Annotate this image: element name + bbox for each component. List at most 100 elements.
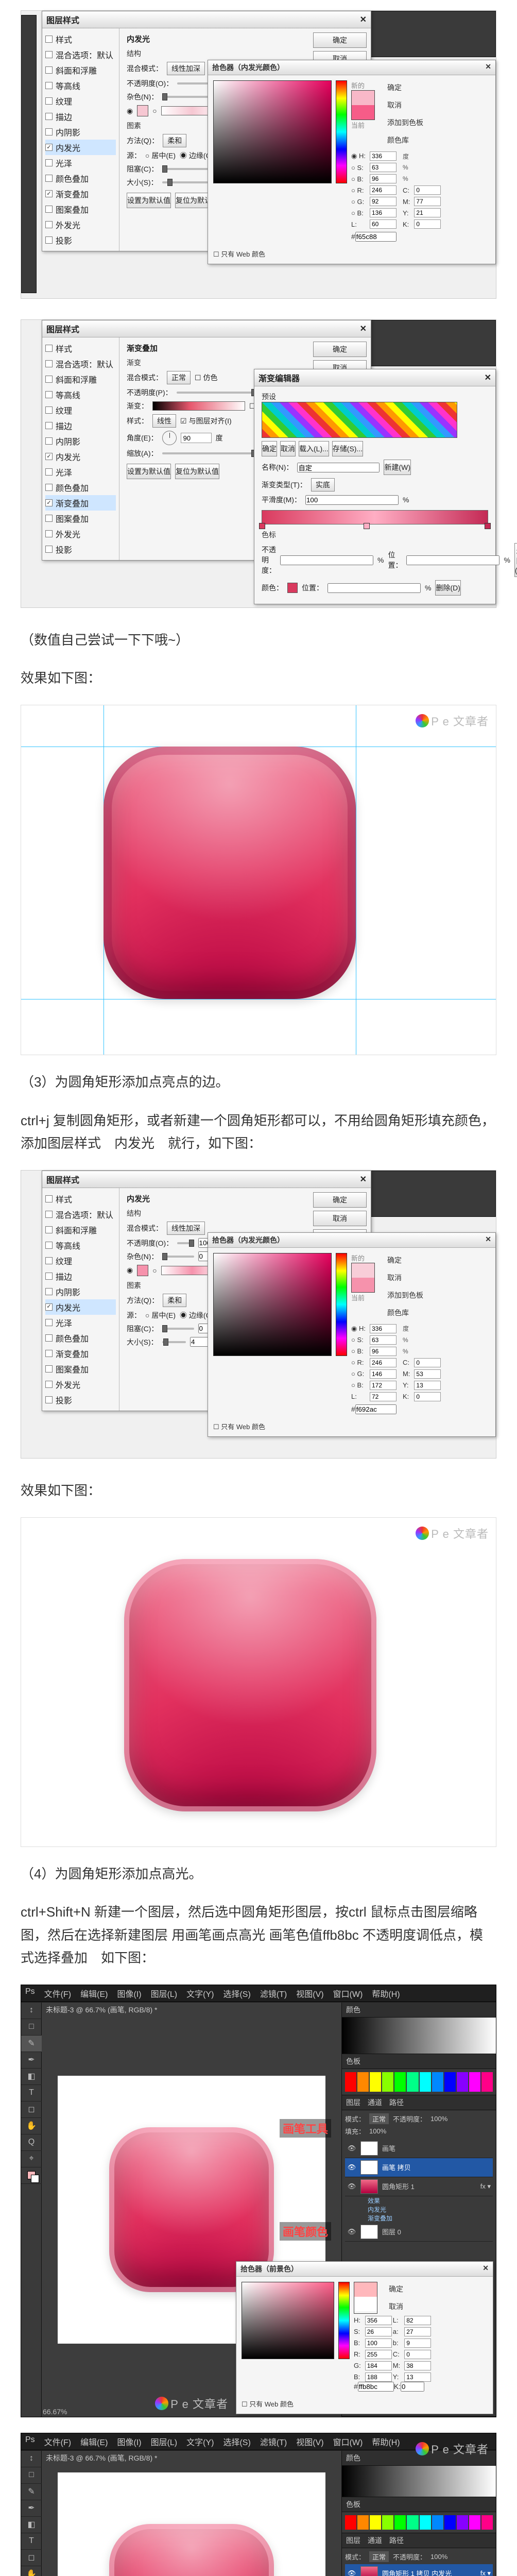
menu-item[interactable]: 滤镜(T): [260, 2435, 287, 2448]
cancel-button[interactable]: 取消: [382, 98, 428, 112]
swatches-panel-tab[interactable]: 色板: [342, 2497, 496, 2512]
paths-tab[interactable]: 路径: [389, 2535, 404, 2546]
stop-pos-input[interactable]: [406, 555, 499, 565]
close-icon[interactable]: ✕: [485, 372, 491, 383]
y-input[interactable]: [414, 208, 441, 217]
color-panel-tab[interactable]: 颜色: [342, 2003, 496, 2018]
menu-item[interactable]: 图像(I): [117, 2435, 141, 2448]
blendmode-dropdown[interactable]: 线性加深: [167, 62, 205, 75]
menu-item[interactable]: 文件(F): [44, 2435, 71, 2448]
menu-item[interactable]: 图层(L): [151, 1987, 178, 1999]
blendmode-dropdown[interactable]: 正常: [369, 2551, 389, 2562]
technique-dropdown[interactable]: 柔和: [163, 1294, 186, 1307]
layer-row[interactable]: 👁圆角矩形 1 拷贝 内发光fx ▾: [345, 2564, 493, 2576]
sv-field[interactable]: [213, 1253, 332, 1356]
cancel-button[interactable]: 取消: [384, 2299, 408, 2314]
delete-stop-button[interactable]: 删除(D): [435, 580, 460, 596]
document-canvas[interactable]: [58, 2472, 325, 2576]
style-item-inner-glow[interactable]: 内发光: [45, 140, 116, 155]
add-swatch-button[interactable]: 添加到色板: [382, 1288, 428, 1302]
doc-tab[interactable]: 未标题-3 @ 66.7% (画笔, RGB/8) *: [46, 2005, 157, 2015]
ok-button[interactable]: 确定: [384, 2282, 408, 2296]
channels-tab[interactable]: 通道: [368, 2535, 382, 2546]
style-item[interactable]: 投影: [45, 232, 116, 248]
style-item[interactable]: 混合选项：默认: [45, 47, 116, 62]
grad-type-dropdown[interactable]: 实底: [311, 478, 335, 492]
gradient-preview[interactable]: [152, 401, 245, 411]
style-item[interactable]: 纹理: [45, 93, 116, 109]
pen-tool-icon[interactable]: ✒: [21, 2500, 42, 2517]
hex-input[interactable]: [358, 2382, 394, 2392]
layer-fx-item[interactable]: 内发光: [368, 2205, 493, 2214]
hue-slider[interactable]: [338, 2282, 350, 2359]
eye-icon[interactable]: 👁: [347, 2228, 356, 2236]
dialog-titlebar[interactable]: 图层样式 ✕: [42, 320, 371, 337]
close-icon[interactable]: ✕: [485, 1235, 491, 1245]
reset-default-button[interactable]: 复位为默认值: [175, 464, 219, 479]
move-tool-icon[interactable]: ↕: [21, 2003, 42, 2019]
hand-tool-icon[interactable]: ✋: [21, 2118, 42, 2134]
make-default-button[interactable]: 设置为默认值: [127, 193, 171, 208]
save-button[interactable]: 存储(S)...: [332, 441, 363, 456]
ok-button[interactable]: 确定: [382, 1253, 428, 1267]
swatches-panel-tab[interactable]: 色板: [342, 2054, 496, 2069]
menu-item[interactable]: 视图(V): [296, 2435, 323, 2448]
layers-tab[interactable]: 图层: [346, 2097, 360, 2108]
channels-tab[interactable]: 通道: [368, 2097, 382, 2108]
layer-row[interactable]: 👁图层 0: [345, 2223, 493, 2242]
ok-button[interactable]: 确定: [313, 32, 367, 48]
opacity-slider[interactable]: [177, 392, 256, 394]
menubar[interactable]: Ps 文件(F) 编辑(E) 图像(I) 图层(L) 文字(Y) 选择(S) 滤…: [21, 1985, 496, 2002]
eye-icon[interactable]: 👁: [347, 2144, 356, 2153]
cancel-button[interactable]: 取消: [313, 1211, 367, 1226]
make-default-button[interactable]: 设置为默认值: [127, 464, 171, 479]
eye-icon[interactable]: 👁: [347, 2163, 356, 2172]
menu-item[interactable]: 图层(L): [151, 2435, 178, 2448]
cancel-button[interactable]: 取消: [280, 441, 296, 456]
menu-item[interactable]: 窗口(W): [333, 1987, 363, 1999]
close-icon[interactable]: ✕: [360, 324, 367, 334]
blendmode-dropdown[interactable]: 线性加深: [167, 1222, 205, 1235]
quickmask-icon[interactable]: Q: [21, 2134, 42, 2151]
ok-button[interactable]: 确定: [262, 441, 277, 456]
layers-tab[interactable]: 图层: [346, 2535, 360, 2546]
glow-color-solid-radio[interactable]: ◉: [127, 107, 133, 115]
hex-input[interactable]: [355, 232, 397, 242]
brush-tool-icon[interactable]: ✎: [21, 2484, 42, 2500]
hex-input[interactable]: [355, 1404, 397, 1414]
s-input[interactable]: [370, 163, 397, 172]
menu-item[interactable]: 帮助(H): [372, 1987, 400, 1999]
b-input[interactable]: [370, 174, 397, 183]
only-web-check[interactable]: ☐ 只有 Web 颜色: [213, 249, 265, 259]
dialog-titlebar[interactable]: 图层样式 ✕: [42, 11, 371, 28]
menu-item[interactable]: 编辑(E): [80, 2435, 108, 2448]
style-item-gradient-overlay[interactable]: 渐变叠加: [45, 495, 116, 511]
pen-tool-icon[interactable]: ✒: [21, 2052, 42, 2069]
gradient-presets[interactable]: [262, 402, 457, 438]
menu-item[interactable]: 帮助(H): [372, 2435, 400, 2448]
style-item[interactable]: 内阴影: [45, 124, 116, 140]
gradient-tool-icon[interactable]: ◧: [21, 2517, 42, 2533]
scale-slider[interactable]: [162, 452, 256, 454]
cancel-button[interactable]: 取消: [382, 1270, 428, 1285]
canvas-area[interactable]: 未标题-3 @ 66.7% (画笔, RGB/8) *: [42, 2451, 341, 2576]
color-lib-button[interactable]: 颜色库: [382, 133, 428, 147]
stop-color-swatch[interactable]: [287, 583, 298, 593]
shape-tool-icon[interactable]: ◻: [21, 2102, 42, 2118]
angle-dial[interactable]: [162, 431, 177, 445]
sv-field[interactable]: [242, 2282, 334, 2359]
close-icon[interactable]: ✕: [485, 62, 491, 73]
layer-row[interactable]: 👁圆角矩形 1fx ▾: [345, 2177, 493, 2196]
menu-item[interactable]: 视图(V): [296, 1987, 323, 1999]
hue-slider[interactable]: [336, 80, 347, 183]
load-button[interactable]: 载入(L)...: [299, 441, 329, 456]
style-item[interactable]: 颜色叠加: [45, 171, 116, 186]
blendmode-dropdown[interactable]: 正常: [369, 2113, 389, 2124]
fg-bg-swatch-icon[interactable]: [21, 2167, 42, 2184]
smooth-input[interactable]: [305, 495, 399, 505]
close-icon[interactable]: ✕: [360, 1174, 367, 1184]
layer-row[interactable]: 👁画笔 拷贝: [345, 2158, 493, 2177]
layer-row[interactable]: 👁画笔: [345, 2139, 493, 2158]
layer-fx-item[interactable]: 渐变叠加: [368, 2214, 493, 2223]
style-item[interactable]: 斜面和浮雕: [45, 62, 116, 78]
